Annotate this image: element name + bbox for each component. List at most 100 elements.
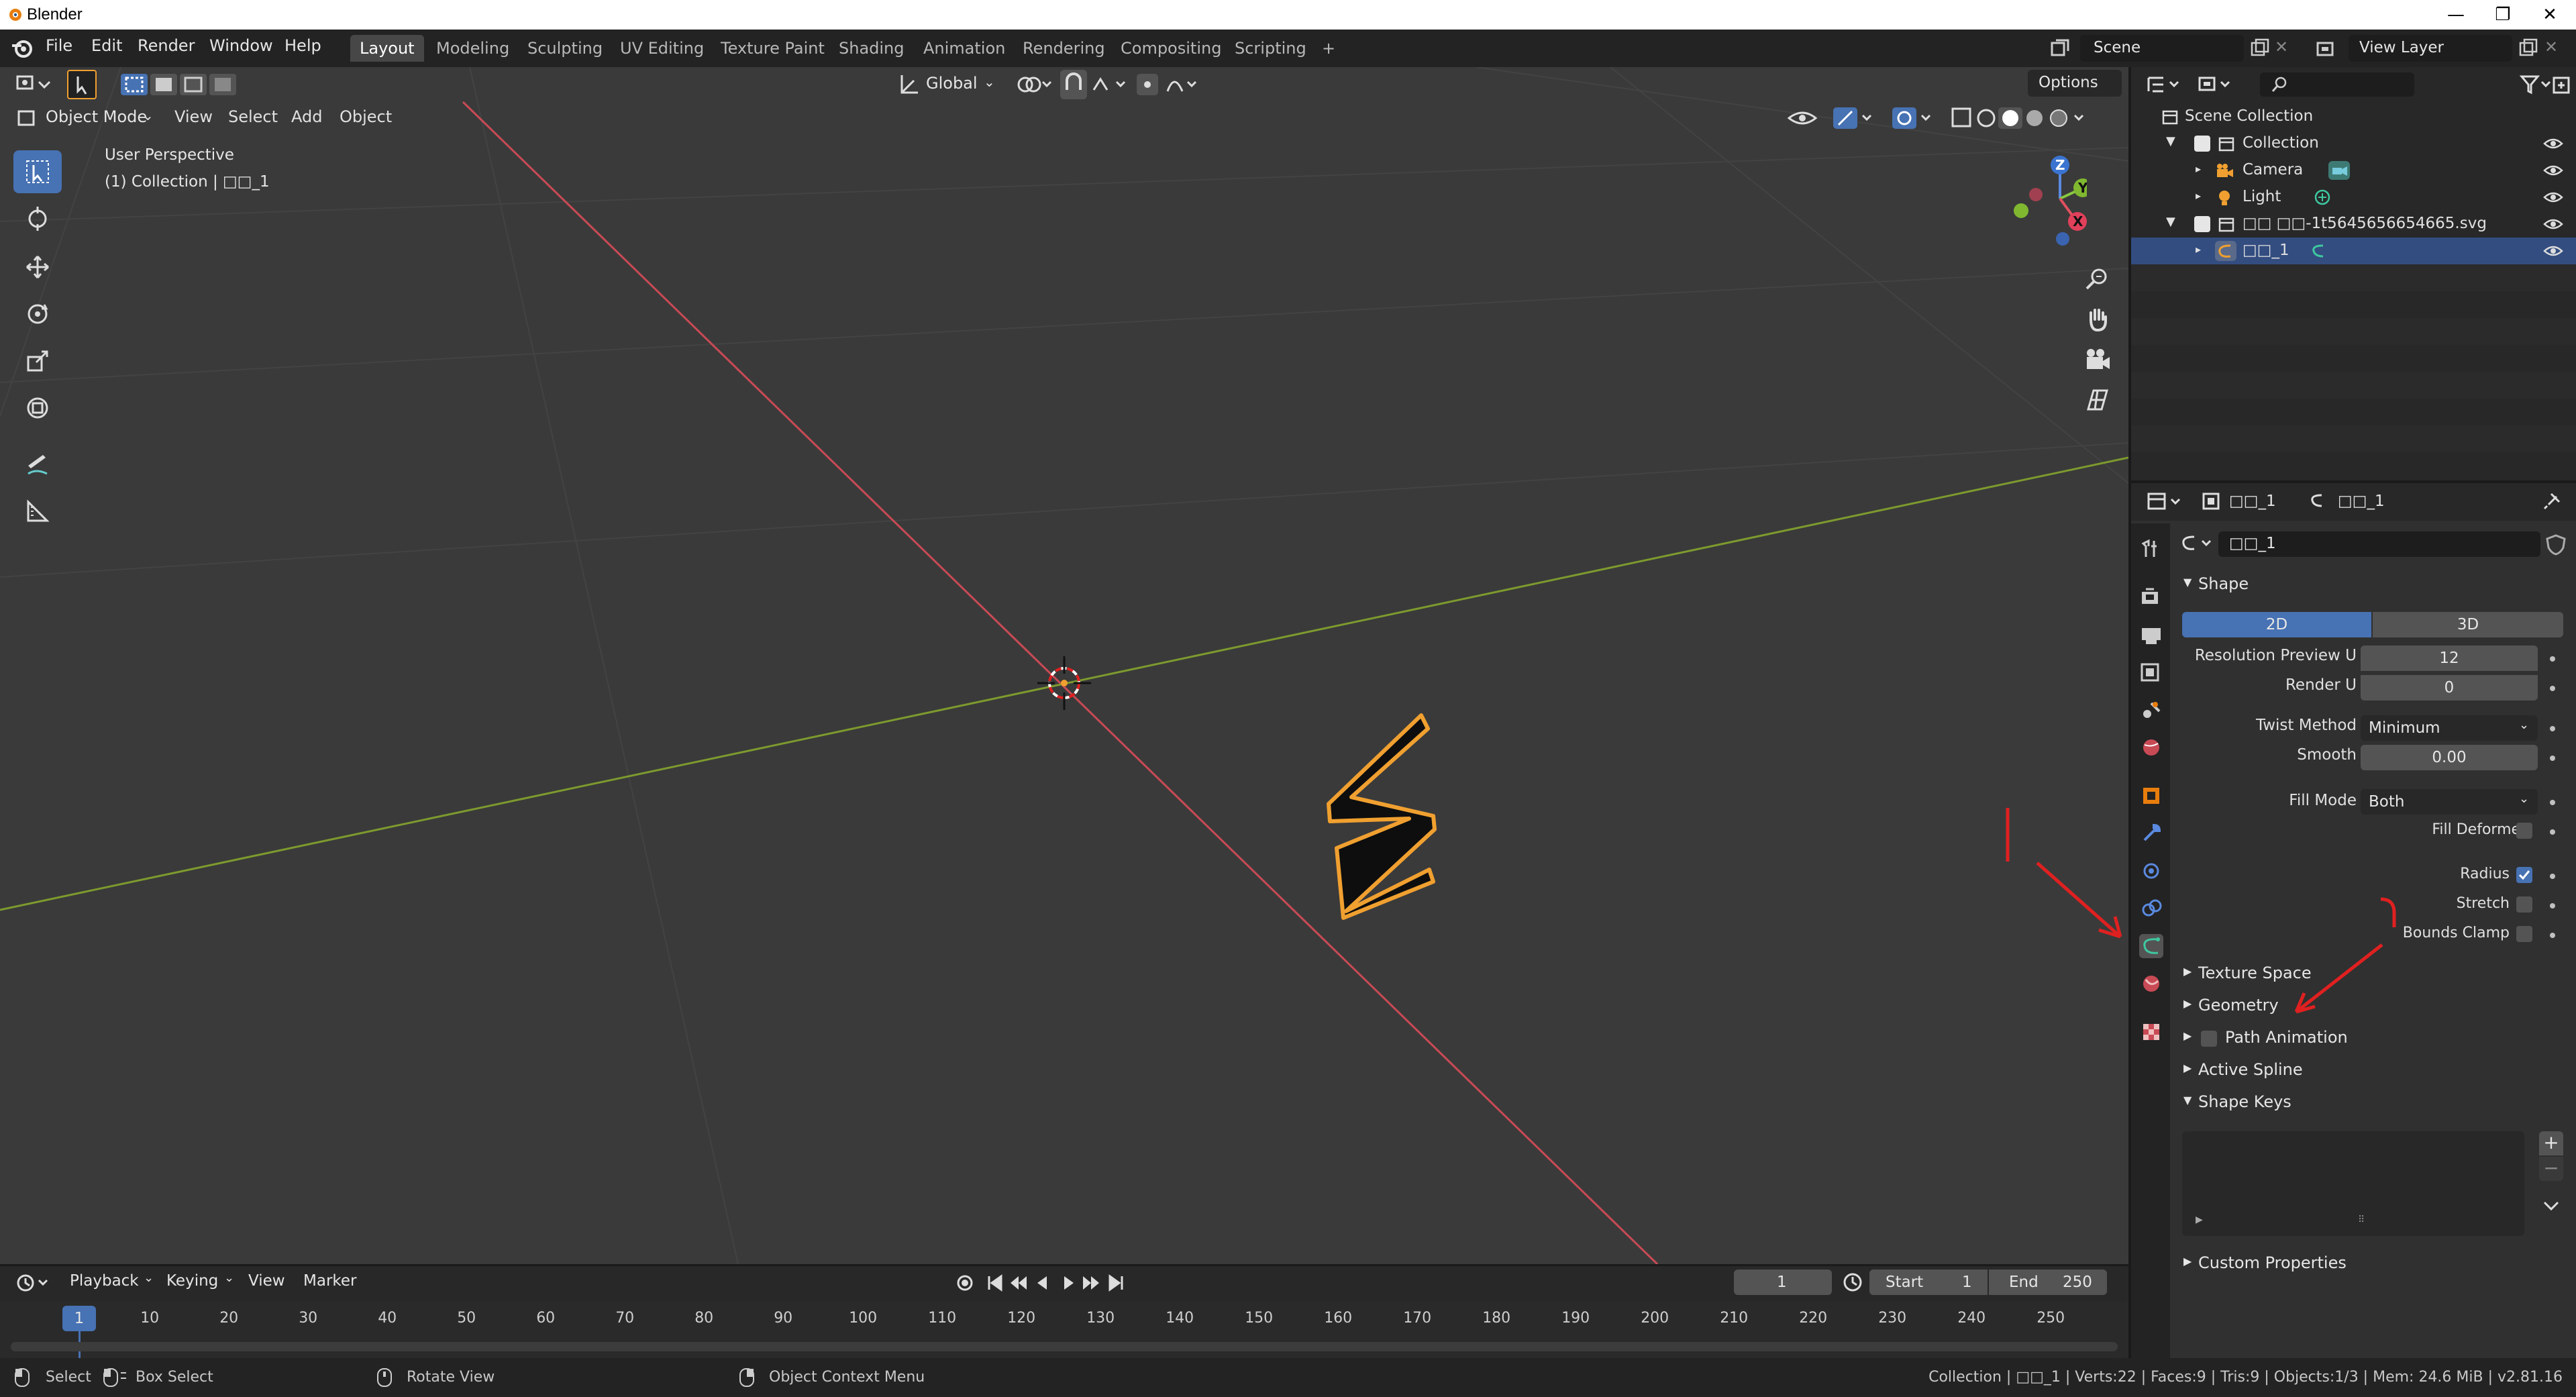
close-window-button[interactable]: ✕ bbox=[2526, 0, 2573, 30]
viewport-menu-select[interactable]: Select bbox=[228, 107, 278, 126]
render-tab-icon[interactable] bbox=[2139, 585, 2163, 609]
expand-triangle-icon[interactable]: ▸ bbox=[2196, 189, 2201, 202]
delete-scene-icon[interactable]: ✕ bbox=[2275, 38, 2294, 56]
keyframe-dot-icon[interactable] bbox=[2550, 726, 2555, 731]
new-view-layer-icon[interactable] bbox=[2518, 38, 2539, 59]
keyframe-dot-icon[interactable] bbox=[2550, 800, 2555, 805]
timeline-scrollbar[interactable] bbox=[11, 1342, 2118, 1351]
material-tab-icon[interactable] bbox=[2139, 972, 2163, 996]
expand-triangle-icon[interactable]: ▸ bbox=[2196, 243, 2201, 256]
end-frame-field[interactable]: End 250 bbox=[1989, 1270, 2107, 1295]
keyframe-dot-icon[interactable] bbox=[2550, 933, 2555, 938]
cursor-tool[interactable] bbox=[13, 197, 62, 240]
pan-hand-icon[interactable] bbox=[2083, 305, 2112, 334]
tab-animation[interactable]: Animation bbox=[914, 35, 1015, 62]
outliner-row-scene-collection[interactable]: Scene Collection bbox=[2131, 103, 2576, 130]
collection-checkbox[interactable] bbox=[2194, 216, 2210, 232]
editor-type-button[interactable] bbox=[13, 70, 54, 99]
radius-checkbox[interactable] bbox=[2516, 867, 2532, 883]
new-collection-icon[interactable] bbox=[2550, 72, 2574, 97]
proportional-edit-icon[interactable] bbox=[1134, 70, 1208, 99]
tab-compositing[interactable]: Compositing bbox=[1111, 35, 1231, 62]
twist-method-dropdown[interactable]: Minimum ⌄ bbox=[2361, 715, 2538, 741]
path-animation-checkbox[interactable] bbox=[2201, 1031, 2217, 1047]
outliner-row-camera[interactable]: ▸ Camera bbox=[2131, 157, 2576, 184]
datablock-name-field[interactable]: □□_1 bbox=[2218, 531, 2540, 557]
dimension-3d-button[interactable]: 3D bbox=[2373, 612, 2563, 637]
expand-triangle-icon[interactable]: ▼ bbox=[2166, 215, 2175, 229]
keyframe-dot-icon[interactable] bbox=[2550, 656, 2555, 662]
filter-icon[interactable] bbox=[2519, 72, 2553, 97]
expand-triangle-icon[interactable]: ▼ bbox=[2166, 134, 2175, 148]
editor-separator-vertical[interactable] bbox=[2128, 67, 2131, 1358]
menu-file[interactable]: File bbox=[46, 36, 72, 55]
outliner-row-collection[interactable]: ▼ Collection bbox=[2131, 130, 2576, 157]
panel-path-animation-header[interactable]: ▶ Path Animation bbox=[2177, 1024, 2573, 1053]
menu-window[interactable]: Window bbox=[209, 36, 273, 55]
preview-range-icon[interactable] bbox=[1841, 1271, 1864, 1294]
object-tab-icon[interactable] bbox=[2139, 784, 2163, 808]
add-workspace-button[interactable]: + bbox=[1312, 35, 1345, 62]
world-tab-icon[interactable] bbox=[2139, 735, 2163, 760]
panel-texture-space-header[interactable]: ▶ Texture Space bbox=[2177, 960, 2573, 989]
resolution-preview-field[interactable]: 12 bbox=[2361, 645, 2538, 671]
menu-render[interactable]: Render bbox=[138, 36, 195, 55]
selection-mode-buttons[interactable] bbox=[119, 72, 247, 97]
timeline-menu-marker[interactable]: Marker bbox=[303, 1272, 357, 1290]
keyframe-dot-icon[interactable] bbox=[2550, 874, 2555, 879]
timeline-menu-playback[interactable]: Playback bbox=[70, 1272, 139, 1290]
rotate-tool[interactable] bbox=[13, 293, 62, 335]
view-layer-field[interactable]: View Layer bbox=[2349, 35, 2512, 62]
minimize-button[interactable]: — bbox=[2432, 0, 2479, 30]
timeline-editor-type-icon[interactable] bbox=[13, 1270, 54, 1296]
timeline-editor[interactable]: Playback ⌄ Keying ⌄ View Marker 1 Start … bbox=[0, 1264, 2128, 1358]
tab-shading[interactable]: Shading bbox=[829, 35, 914, 62]
blender-menu-icon[interactable] bbox=[11, 38, 34, 59]
tab-texture-paint[interactable]: Texture Paint bbox=[711, 35, 834, 62]
transform-orientation-dropdown[interactable]: Global ⌄ bbox=[896, 70, 998, 99]
ortho-grid-icon[interactable] bbox=[2083, 385, 2112, 415]
tab-rendering[interactable]: Rendering bbox=[1013, 35, 1115, 62]
transform-tool[interactable] bbox=[13, 386, 62, 429]
panel-geometry-header[interactable]: ▶ Geometry bbox=[2177, 992, 2573, 1021]
frame-ruler[interactable]: 1 10 20 30 40 50 60 70 80 90 100 110 120 130 140 150 16… bbox=[0, 1302, 2128, 1358]
curve-data-tab-icon[interactable] bbox=[2139, 934, 2163, 958]
menu-help[interactable]: Help bbox=[285, 36, 321, 55]
viewport-menu-view[interactable]: View bbox=[174, 107, 213, 126]
fake-user-shield-icon[interactable] bbox=[2544, 533, 2567, 556]
camera-view-icon[interactable] bbox=[2083, 345, 2112, 374]
smooth-field[interactable]: 0.00 bbox=[2361, 745, 2538, 770]
outliner-row-svg-collection[interactable]: ▼ □□ □□-1t5645656654665.svg bbox=[2131, 211, 2576, 238]
select-box-tool[interactable] bbox=[13, 150, 62, 193]
select-tool-mode-icon[interactable] bbox=[67, 70, 97, 99]
viewport-menu-add[interactable]: Add bbox=[291, 107, 322, 126]
navigation-gizmo[interactable]: Z Y X bbox=[2000, 150, 2092, 251]
scene-field[interactable]: Scene bbox=[2080, 35, 2244, 62]
outliner-row-light[interactable]: ▸ Light bbox=[2131, 184, 2576, 211]
pivot-point-icon[interactable] bbox=[1013, 70, 1053, 99]
modifier-tab-icon[interactable] bbox=[2139, 821, 2163, 845]
outliner-row-curve-object[interactable]: ▸ □□_1 bbox=[2131, 238, 2576, 264]
expand-triangle-icon[interactable]: ▸ bbox=[2196, 162, 2201, 175]
render-u-field[interactable]: 0 bbox=[2361, 675, 2538, 701]
bounds-clamp-checkbox[interactable] bbox=[2516, 926, 2532, 942]
menu-edit[interactable]: Edit bbox=[91, 36, 122, 55]
current-frame-field[interactable]: 1 bbox=[1734, 1270, 1832, 1295]
tab-sculpting[interactable]: Sculpting bbox=[518, 35, 612, 62]
options-button[interactable]: Options bbox=[2028, 70, 2122, 97]
tab-layout[interactable]: Layout bbox=[350, 35, 424, 62]
texture-tab-icon[interactable] bbox=[2139, 1020, 2163, 1044]
list-resize-handle-icon[interactable]: ⠿ bbox=[2358, 1214, 2366, 1225]
annotate-tool[interactable] bbox=[13, 443, 62, 486]
editor-separator-horizontal[interactable] bbox=[2131, 480, 2576, 483]
tab-uv-editing[interactable]: UV Editing bbox=[611, 35, 713, 62]
scene-icon[interactable] bbox=[2047, 35, 2073, 62]
scene-tab-icon[interactable] bbox=[2139, 698, 2163, 722]
datablock-browse-icon[interactable] bbox=[2178, 531, 2218, 557]
tool-tab-icon[interactable] bbox=[2139, 537, 2163, 561]
start-frame-field[interactable]: Start 1 bbox=[1869, 1270, 1988, 1295]
playhead-frame[interactable]: 1 bbox=[62, 1306, 96, 1331]
view-layer-tab-icon[interactable] bbox=[2139, 660, 2163, 684]
keyframe-dot-icon[interactable] bbox=[2550, 686, 2555, 691]
object-mode-dropdown[interactable]: Object Mode ⌄ bbox=[13, 105, 161, 132]
